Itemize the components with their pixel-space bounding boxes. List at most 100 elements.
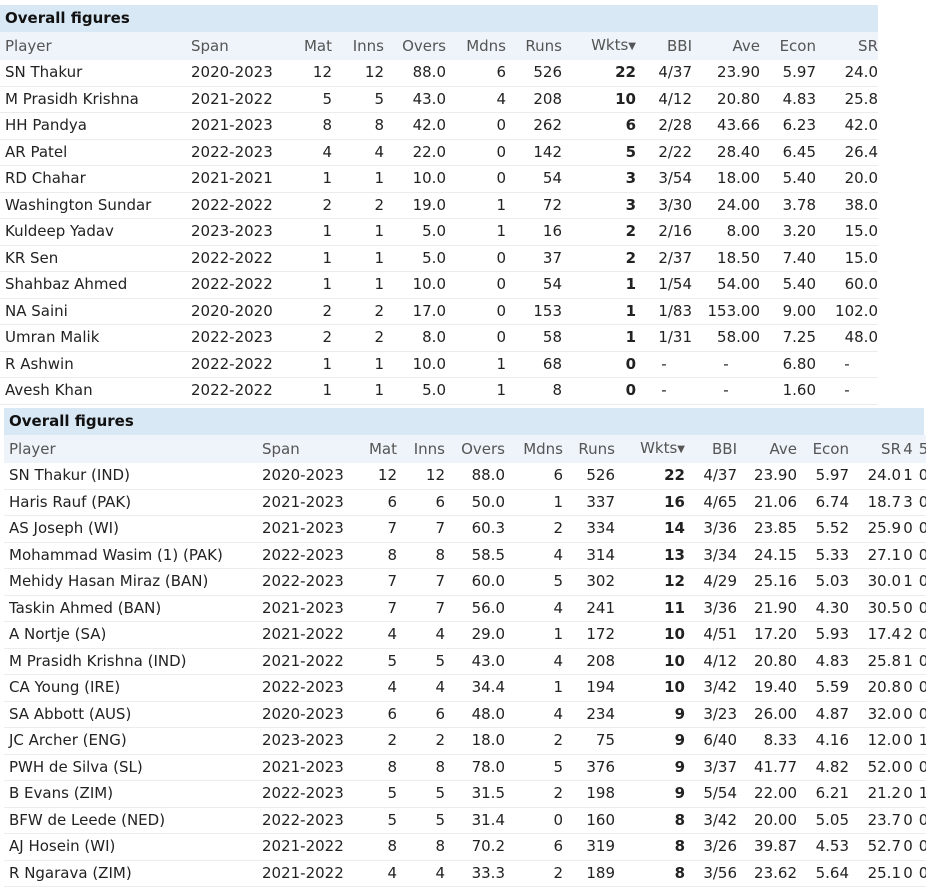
player-name-link[interactable]: Mehidy Hasan Miraz (BAN) [4,568,257,596]
cell-sr: 60.0 [816,271,878,299]
player-name-link[interactable]: AS Joseph (WI) [4,515,257,543]
player-name-link[interactable]: KR Sen [0,245,186,272]
player-name-link[interactable]: Avesh Khan [0,377,186,405]
cell-overs: 50.0 [445,489,505,516]
cell-wkts: 10 [615,621,685,649]
column-header-sr[interactable]: SR [849,435,901,463]
cell-overs: 17.0 [384,298,446,325]
cell-overs: 48.0 [445,701,505,728]
cell-ave: 43.66 [692,112,760,140]
player-name-link[interactable]: R Ngarava (ZIM) [4,860,257,887]
cell-mdns: 2 [505,860,563,887]
cell-span: 2020-2020 [186,298,280,325]
column-header-span[interactable]: Span [186,32,280,60]
cell-runs: 37 [506,245,562,272]
column-header-4[interactable]: 4 [901,435,915,463]
player-name-link[interactable]: M Prasidh Krishna [0,86,186,113]
player-name-link[interactable]: SA Abbott (AUS) [4,701,257,728]
column-header-label: Mat [368,440,397,458]
cell-span: 2021-2023 [186,112,280,140]
cell-bbi: 3/30 [636,192,692,219]
cell-4: 0 [901,542,915,569]
cell-wkts: 12 [615,568,685,596]
column-header-econ[interactable]: Econ [760,32,816,60]
cell-5: 0 [915,621,926,649]
player-name-link[interactable]: BFW de Leede (NED) [4,807,257,834]
column-header-overs[interactable]: Overs [445,435,505,463]
player-name-link[interactable]: PWH de Silva (SL) [4,754,257,781]
column-header-player[interactable]: Player [0,32,186,60]
player-name-link[interactable]: AJ Hosein (WI) [4,833,257,861]
column-header-bbi[interactable]: BBI [636,32,692,60]
player-name-link[interactable]: NA Saini [0,298,186,325]
cell-wkts: 22 [562,60,636,87]
column-header-mdns[interactable]: Mdns [505,435,563,463]
player-name-link[interactable]: HH Pandya [0,112,186,140]
cell-span: 2023-2023 [257,727,349,755]
column-header-econ[interactable]: Econ [797,435,849,463]
player-name-link[interactable]: RD Chahar [0,165,186,193]
cell-overs: 22.0 [384,139,446,166]
cell-runs: 54 [506,271,562,299]
column-header-bbi[interactable]: BBI [685,435,737,463]
cell-overs: 58.5 [445,542,505,569]
table-row: SA Abbott (AUS) 2020-2023 6 6 48.0 4 234 9 3/23 2… [4,701,926,728]
player-name-link[interactable]: JC Archer (ENG) [4,727,257,755]
player-name-link[interactable]: A Nortje (SA) [4,621,257,649]
cell-wkts: 2 [562,245,636,272]
table-row: Mehidy Hasan Miraz (BAN) 2022-2023 7 7 60.0 5… [4,568,926,596]
player-name-link[interactable]: M Prasidh Krishna (IND) [4,648,257,675]
column-header-overs[interactable]: Overs [384,32,446,60]
column-header-sr[interactable]: SR [816,32,878,60]
cell-econ: 6.21 [797,780,849,808]
player-name-link[interactable]: Mohammad Wasim (1) (PAK) [4,542,257,569]
cell-econ: 4.30 [797,595,849,622]
player-name-link[interactable]: Washington Sundar [0,192,186,219]
player-name-link[interactable]: Umran Malik [0,324,186,352]
column-header-ave[interactable]: Ave [692,32,760,60]
player-name-link[interactable]: B Evans (ZIM) [4,780,257,808]
player-name-link[interactable]: CA Young (IRE) [4,674,257,702]
cell-wkts: 11 [615,595,685,622]
column-header-wkts[interactable]: Wkts▼ [615,435,685,463]
column-header-runs[interactable]: Runs [506,32,562,60]
player-name-link[interactable]: Kuldeep Yadav [0,218,186,246]
cell-bbi: 4/51 [685,621,737,649]
cell-overs: 10.0 [384,165,446,193]
column-header-5[interactable]: 5 [915,435,926,463]
player-name-link[interactable]: R Ashwin [0,351,186,378]
player-name-link[interactable]: Shahbaz Ahmed [0,271,186,299]
column-header-mat[interactable]: Mat [349,435,397,463]
player-name-link[interactable]: Haris Rauf (PAK) [4,489,257,516]
column-header-mdns[interactable]: Mdns [446,32,506,60]
cell-bbi: 3/56 [685,860,737,887]
player-name-link[interactable]: SN Thakur (IND) [4,463,257,490]
cell-bbi: 6/40 [685,727,737,755]
column-header-inns[interactable]: Inns [397,435,445,463]
cell-5: 0 [915,860,926,887]
column-header-runs[interactable]: Runs [563,435,615,463]
cell-mat: 4 [349,674,397,702]
column-header-wkts[interactable]: Wkts▼ [562,32,636,60]
column-header-mat[interactable]: Mat [280,32,332,60]
player-name-link[interactable]: AR Patel [0,139,186,166]
cell-runs: 72 [506,192,562,219]
column-header-ave[interactable]: Ave [737,435,797,463]
cell-econ: 5.05 [797,807,849,834]
cell-runs: 142 [506,139,562,166]
column-header-player[interactable]: Player [4,435,257,463]
cell-span: 2022-2022 [186,245,280,272]
column-header-label: BBI [711,440,737,458]
cell-inns: 6 [397,489,445,516]
column-header-inns[interactable]: Inns [332,32,384,60]
cell-span: 2021-2022 [257,621,349,649]
cell-overs: 88.0 [445,463,505,490]
cell-span: 2021-2023 [257,754,349,781]
column-header-label: Wkts [640,439,678,457]
player-name-link[interactable]: SN Thakur [0,60,186,87]
cell-overs: 8.0 [384,324,446,352]
cell-span: 2022-2022 [186,351,280,378]
cell-span: 2021-2022 [257,833,349,861]
column-header-span[interactable]: Span [257,435,349,463]
player-name-link[interactable]: Taskin Ahmed (BAN) [4,595,257,622]
